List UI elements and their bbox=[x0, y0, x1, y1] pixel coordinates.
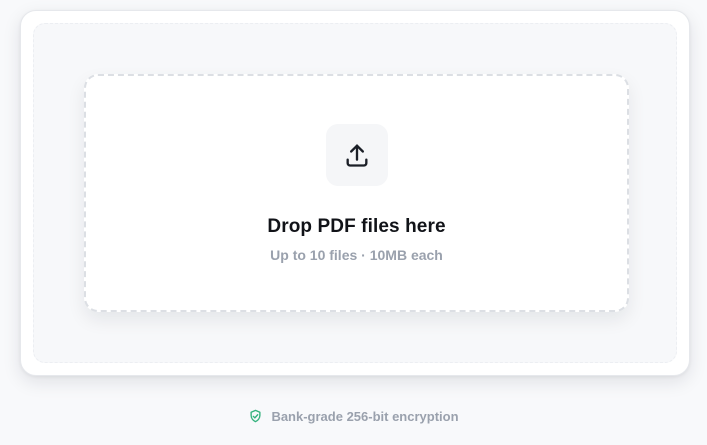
dropzone-title: Drop PDF files here bbox=[267, 216, 446, 237]
upload-icon bbox=[346, 144, 368, 167]
upload-page: Drop PDF files here Up to 10 files · 10M… bbox=[0, 0, 707, 445]
upload-area-frame: Drop PDF files here Up to 10 files · 10M… bbox=[33, 23, 677, 363]
upload-card: Drop PDF files here Up to 10 files · 10M… bbox=[20, 10, 690, 376]
security-text: Bank-grade 256-bit encryption bbox=[271, 408, 459, 424]
upload-icon-badge bbox=[326, 124, 388, 186]
security-note: Bank-grade 256-bit encryption bbox=[0, 408, 707, 424]
shield-check-icon bbox=[250, 409, 261, 423]
pdf-dropzone[interactable]: Drop PDF files here Up to 10 files · 10M… bbox=[84, 74, 629, 312]
dropzone-subtitle: Up to 10 files · 10MB each bbox=[270, 247, 443, 263]
